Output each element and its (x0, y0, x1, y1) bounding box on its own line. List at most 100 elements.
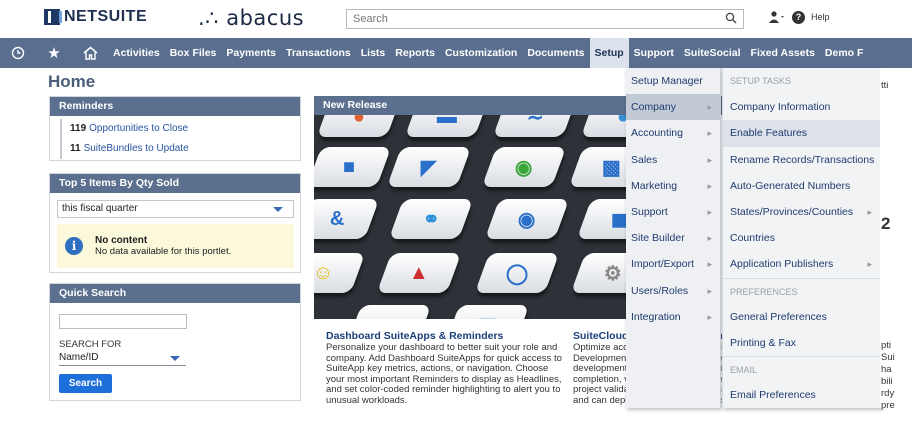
setup-menu-item-company[interactable]: Company ▸ (626, 94, 720, 121)
reminder-count: 11 (70, 143, 81, 154)
app-tile-icon: ◉ (481, 147, 567, 187)
search-for-label: SEARCH FOR (59, 339, 122, 350)
global-search[interactable] (346, 9, 744, 29)
reminders-portlet: Reminders 119 Opportunities to Close 11 Su… (49, 96, 301, 161)
menu-item-label: Enable Features (730, 127, 808, 140)
header-tools: ? Help (768, 10, 830, 24)
netsuite-logo[interactable]: NETSUITE (44, 8, 147, 26)
search-icon[interactable] (725, 12, 737, 24)
menu-item-label: States/Provinces/Counties (730, 205, 854, 218)
setup-menu-item-users-roles[interactable]: Users/Roles ▸ (626, 278, 720, 304)
clipped-text: Sui (881, 352, 895, 363)
brand-name: NETSUITE (64, 8, 148, 25)
company-menu-item-email-preferences[interactable]: Email Preferences (723, 382, 880, 408)
company-menu-item-states-provinces-counties[interactable]: States/Provinces/Counties ▸ (723, 199, 880, 225)
reminders-title[interactable]: Reminders (50, 97, 300, 116)
help-icon[interactable]: ? (792, 10, 805, 24)
period-select[interactable]: this fiscal quarter (57, 200, 294, 218)
article-dashboard-suiteapps: Dashboard SuiteApps & Reminders Personal… (326, 330, 566, 406)
reminder-count: 119 (70, 123, 87, 134)
menu-item-label: Support (631, 205, 668, 218)
company-menu-item-general-preferences[interactable]: General Preferences (723, 304, 880, 330)
user-roles-icon[interactable] (768, 10, 786, 24)
shortcuts-star-icon[interactable]: ★ (36, 38, 72, 68)
chevron-right-icon: ▸ (707, 206, 712, 217)
quick-search-input[interactable] (59, 314, 187, 329)
company-menu-item-auto-generated-numbers[interactable]: Auto-Generated Numbers (723, 173, 880, 199)
nav-tab-payments[interactable]: Payments (221, 38, 281, 68)
nav-tab-support[interactable]: Support (629, 38, 679, 68)
chevron-right-icon: ▸ (867, 259, 872, 270)
help-link[interactable]: Help (811, 12, 830, 22)
clipped-text: rdy (881, 388, 895, 399)
app-tile-icon: ◯ (474, 253, 560, 293)
setup-menu-item-import-export[interactable]: Import/Export ▸ (626, 251, 720, 277)
reminder-item[interactable]: 119 Opportunities to Close (62, 119, 300, 139)
menu-item-label: Marketing (631, 179, 678, 192)
menu-item-label: Integration (631, 310, 681, 323)
nav-tab-transactions[interactable]: Transactions (281, 38, 356, 68)
menu-item-label: Users/Roles (631, 284, 689, 297)
company-menu-item-enable-features[interactable]: Enable Features (723, 120, 880, 147)
chevron-down-icon (273, 207, 283, 212)
nav-tab-activities[interactable]: Activities (108, 38, 165, 68)
company-menu-item-application-publishers[interactable]: Application Publishers ▸ (723, 251, 880, 277)
app-tile-icon: ◤ (386, 147, 472, 187)
company-menu-item-company-information[interactable]: Company Information (723, 94, 880, 120)
menu-item-label: Sales (631, 153, 658, 166)
company-menu-item-countries[interactable]: Countries (723, 225, 880, 251)
nav-tab-fixed-assets[interactable]: Fixed Assets (746, 38, 820, 68)
netsuite-mark-icon (44, 9, 62, 25)
clipped-text: pti (881, 340, 892, 351)
nav-tab-lists[interactable]: Lists (356, 38, 391, 68)
quick-search-title[interactable]: Quick Search (50, 284, 300, 303)
menu-item-label: Site Builder (631, 232, 685, 245)
reminder-item[interactable]: 11 SuiteBundles to Update (62, 139, 300, 159)
setup-menu-item-support[interactable]: Support ▸ (626, 199, 720, 225)
home-icon[interactable] (72, 38, 108, 68)
setup-menu-item-accounting[interactable]: Accounting ▸ (626, 120, 720, 146)
nav-tab-reports[interactable]: Reports (390, 38, 440, 68)
setup-menu-item-integration[interactable]: Integration ▸ (626, 304, 720, 330)
empty-state: i No content No data available for this … (57, 224, 294, 268)
chevron-right-icon: ▸ (707, 233, 712, 244)
setup-menu-item-setup-manager[interactable]: Setup Manager (626, 68, 720, 94)
info-icon: i (65, 237, 83, 255)
setup-menu-item-sales[interactable]: Sales ▸ (626, 147, 720, 173)
menu-item-label: Application Publishers (730, 258, 834, 271)
company-menu-item-rename-records-transactions[interactable]: Rename Records/Transactions (723, 147, 880, 173)
app-tile-icon: ▦ (444, 305, 530, 319)
clipped-portlet-edge: tti 2 pti Sui ha bili rdy pre (880, 68, 912, 411)
app-tile-icon: ⚙ (570, 253, 634, 293)
menu-section-setup-tasks: SETUP TASKS (723, 68, 880, 94)
app-tile-icon: ■ (346, 305, 432, 319)
menu-item-label: Auto-Generated Numbers (730, 179, 851, 192)
search-input[interactable] (347, 10, 707, 28)
menu-item-label: Setup Manager (631, 75, 703, 87)
nav-tab-customization[interactable]: Customization (440, 38, 522, 68)
nav-tab-demo-f[interactable]: Demo F (820, 38, 869, 68)
setup-menu-item-site-builder[interactable]: Site Builder ▸ (626, 225, 720, 251)
article-title[interactable]: Dashboard SuiteApps & Reminders (326, 330, 566, 342)
company-menu-item-printing-fax[interactable]: Printing & Fax (723, 330, 880, 356)
recent-records-icon[interactable] (0, 38, 36, 68)
reminders-list: 119 Opportunities to Close 11 SuiteBundles… (60, 119, 300, 159)
search-for-select[interactable]: Name/ID (59, 351, 186, 366)
setup-menu-item-marketing[interactable]: Marketing ▸ (626, 173, 720, 199)
main-navigation: ★ Activities Box Files Payments Transaction… (0, 38, 912, 68)
suiteapps-banner-image[interactable]: ● ▬ ∼ ● ■ ◤ ◉ ▩ & ⚭ ◉ ◼ ☺ ▲ ◯ ⚙ ■ ▦ (314, 115, 634, 319)
nav-tab-box-files[interactable]: Box Files (165, 38, 222, 68)
app-tile-icon: ☺ (314, 253, 366, 293)
menu-section-preferences: PREFERENCES (723, 277, 880, 304)
menu-item-label: Company (631, 101, 676, 114)
search-button[interactable]: Search (59, 374, 112, 393)
top-items-title[interactable]: Top 5 Items By Qty Sold (50, 174, 300, 193)
nav-tab-setup[interactable]: Setup (589, 38, 629, 68)
partner-logo: .∴ abacus (198, 6, 305, 30)
nav-tab-documents[interactable]: Documents (522, 38, 589, 68)
menu-item-label: Email Preferences (730, 389, 816, 402)
nav-tab-suitesocial[interactable]: SuiteSocial (679, 38, 746, 68)
period-select-value: this fiscal quarter (62, 203, 138, 214)
clipped-text: 2 (881, 214, 891, 233)
top-header: NETSUITE .∴ abacus ? Help (0, 0, 912, 38)
